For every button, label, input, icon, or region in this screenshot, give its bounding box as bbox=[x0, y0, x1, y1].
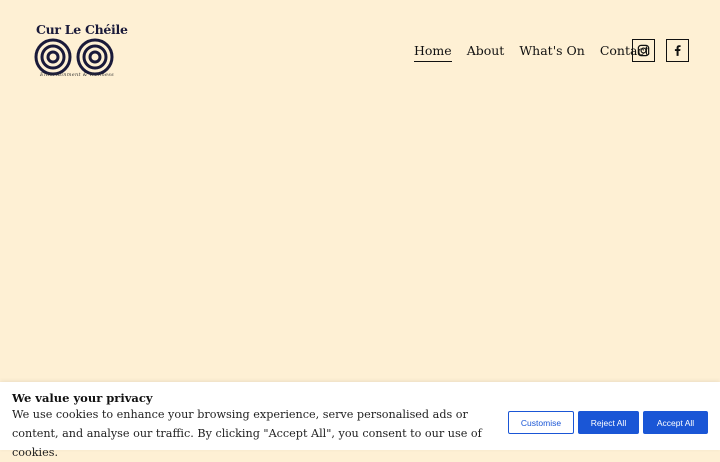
accept-all-button[interactable]: Accept All bbox=[643, 411, 708, 434]
facebook-icon bbox=[674, 45, 681, 56]
site-header: Cur Le Chéile Entertainment & Wellness H… bbox=[0, 0, 720, 100]
facebook-button[interactable] bbox=[666, 39, 689, 62]
instagram-button[interactable] bbox=[632, 39, 655, 62]
cookie-title: We value your privacy bbox=[12, 391, 153, 405]
cookie-banner: We value your privacy We use cookies to … bbox=[0, 382, 720, 459]
nav-about[interactable]: About bbox=[467, 43, 505, 62]
instagram-icon bbox=[637, 44, 650, 57]
logo-tagline: Entertainment & Wellness bbox=[40, 72, 114, 78]
customise-button[interactable]: Customise bbox=[508, 411, 574, 434]
nav-home[interactable]: Home bbox=[414, 43, 452, 62]
cookie-text: We use cookies to enhance your browsing … bbox=[12, 408, 482, 459]
logo-title: Cur Le Chéile bbox=[36, 22, 128, 37]
logo[interactable]: Cur Le Chéile Entertainment & Wellness bbox=[34, 22, 128, 82]
reject-all-button[interactable]: Reject All bbox=[578, 411, 639, 434]
nav-whats-on[interactable]: What's On bbox=[519, 43, 585, 62]
main-nav: Home About What's On Contact bbox=[414, 43, 664, 62]
